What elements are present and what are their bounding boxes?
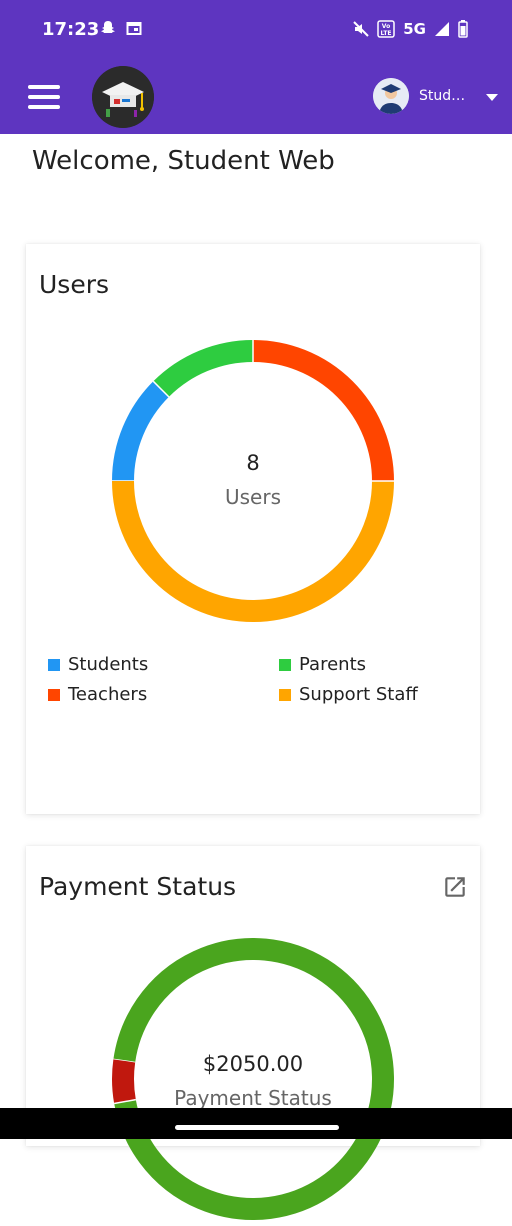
users-count-value: 8	[246, 451, 260, 475]
legend-label: Students	[68, 654, 149, 675]
legend-item-students[interactable]: Students	[48, 654, 148, 675]
welcome-heading: Welcome, Student Web	[32, 146, 335, 176]
status-bar: 17:23 Vo LTE 5G	[0, 0, 512, 62]
payment-status-card: Payment Status $2050.00 Payment Status	[26, 846, 480, 1220]
app-bar: Stude...	[0, 62, 512, 134]
caret-down-icon[interactable]	[486, 94, 498, 101]
legend-swatch	[279, 688, 291, 701]
legend-swatch	[279, 658, 291, 671]
school-logo[interactable]	[92, 66, 154, 128]
legend-label: Parents	[299, 654, 366, 675]
users-count-label: Users	[224, 485, 281, 509]
payment-card-title: Payment Status	[39, 872, 237, 901]
legend-item-support-staff[interactable]: Support Staff	[279, 684, 418, 705]
legend-label: Support Staff	[299, 684, 418, 705]
battery-icon	[458, 20, 468, 38]
svg-text:Vo: Vo	[382, 23, 390, 30]
legend-label: Teachers	[68, 684, 148, 705]
hamburger-icon[interactable]	[28, 85, 60, 109]
payment-total-label: Payment Status	[174, 1086, 332, 1110]
mute-icon	[353, 21, 369, 37]
snapchat-icon	[101, 21, 115, 33]
user-avatar[interactable]	[373, 78, 409, 114]
payment-total-value: $2050.00	[202, 1052, 304, 1076]
users-donut-chart	[112, 340, 394, 622]
network-type: 5G	[403, 20, 426, 38]
users-card: Users 8 Users Students Parents Teachers …	[26, 244, 480, 814]
calendar-icon	[126, 22, 142, 35]
legend-item-teachers[interactable]: Teachers	[48, 684, 147, 705]
payment-donut-chart	[112, 938, 394, 1220]
user-name[interactable]: Stude...	[419, 88, 471, 104]
users-card-title: Users	[39, 270, 110, 299]
open-external-icon[interactable]	[442, 874, 468, 900]
status-time: 17:23	[42, 19, 100, 40]
home-gesture-pill[interactable]	[175, 1125, 339, 1130]
navigation-bar	[0, 1108, 512, 1139]
volte-icon: VoLTE	[377, 20, 395, 38]
slice-parents[interactable]	[153, 340, 254, 398]
legend-item-parents[interactable]: Parents	[279, 654, 366, 675]
slice-paid[interactable]	[113, 938, 394, 1220]
legend-swatch	[48, 658, 60, 671]
svg-text:LTE: LTE	[381, 30, 392, 37]
legend-swatch	[48, 688, 60, 701]
signal-icon	[435, 22, 449, 36]
